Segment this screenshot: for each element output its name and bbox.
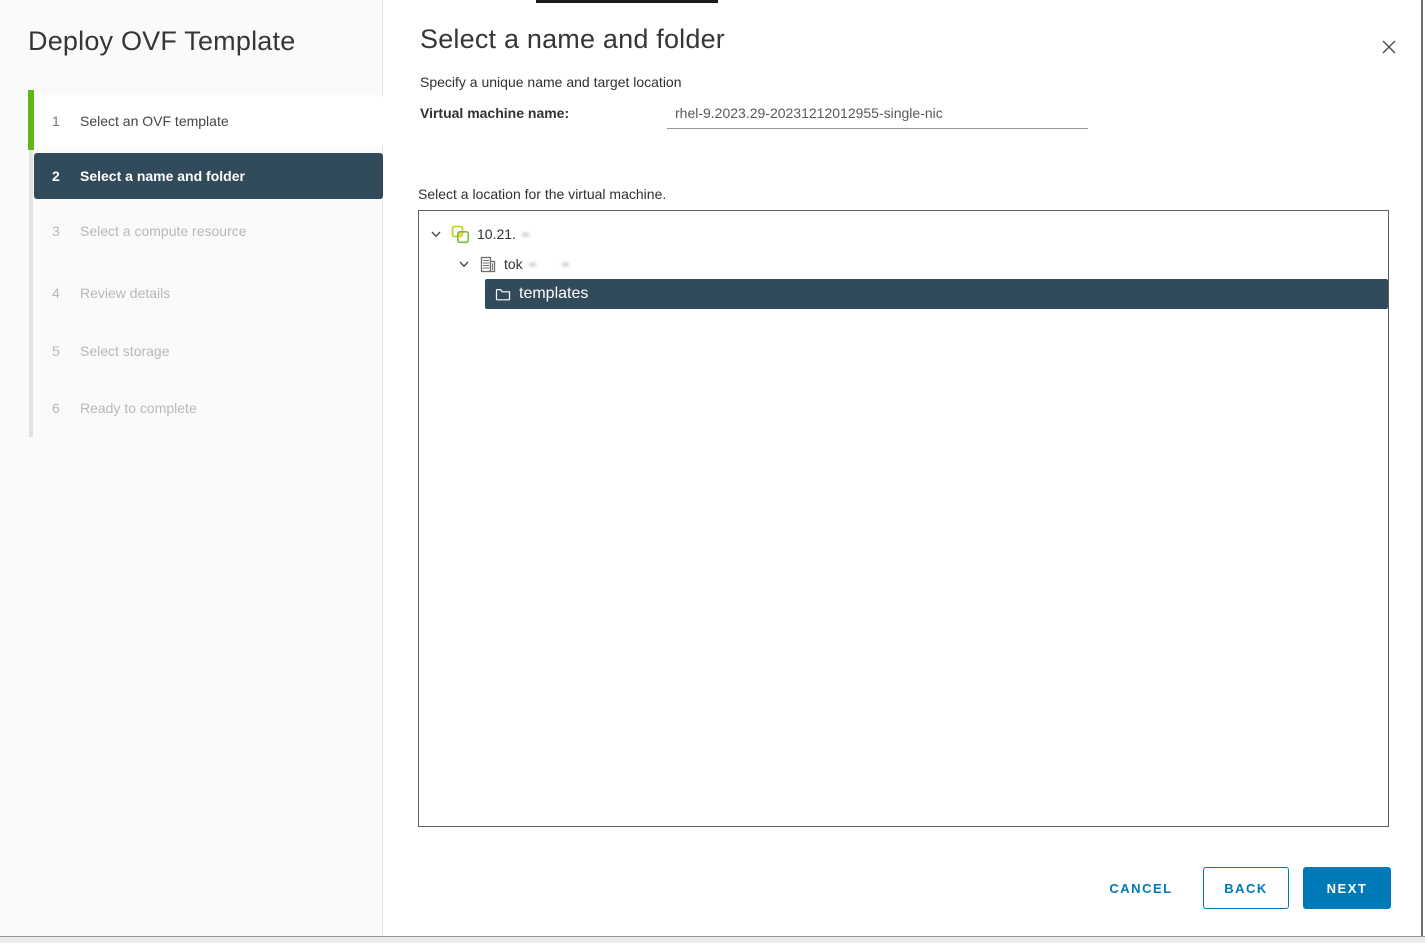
step-number: 1 bbox=[52, 113, 60, 129]
top-page-edge bbox=[536, 0, 718, 3]
step-label: Ready to complete bbox=[80, 400, 197, 416]
back-button[interactable]: BACK bbox=[1203, 867, 1289, 909]
step-number: 3 bbox=[52, 223, 60, 239]
wizard-title: Deploy OVF Template bbox=[28, 26, 296, 56]
step-description: Specify a unique name and target locatio… bbox=[420, 74, 682, 90]
redaction-blur bbox=[521, 232, 529, 236]
step-label: Select a compute resource bbox=[80, 223, 247, 239]
wizard-step-select-ovf-template[interactable]: 1 Select an OVF template bbox=[34, 95, 383, 147]
folder-icon bbox=[495, 287, 511, 301]
wizard-step-select-name-folder[interactable]: 2 Select a name and folder bbox=[34, 153, 383, 199]
chevron-down-icon[interactable] bbox=[457, 257, 471, 271]
cancel-button[interactable]: CANCEL bbox=[1095, 867, 1187, 909]
deploy-ovf-dialog: Deploy OVF Template 1 Select an OVF temp… bbox=[0, 0, 1425, 943]
redaction-blur bbox=[528, 262, 536, 266]
step-number: 6 bbox=[52, 400, 60, 416]
step-label: Review details bbox=[80, 285, 171, 301]
tree-row-datacenter[interactable]: tok bbox=[419, 249, 1388, 279]
tree-row-label: templates bbox=[519, 285, 589, 302]
bottom-page-edge bbox=[0, 936, 1425, 943]
location-tree: 10.21. tok templates bbox=[418, 210, 1389, 827]
datacenter-icon bbox=[479, 255, 497, 274]
vm-name-label: Virtual machine name: bbox=[420, 105, 570, 121]
redaction-blur bbox=[561, 262, 569, 266]
wizard-step-review-details: 4 Review details bbox=[34, 278, 383, 308]
step-label: Select a name and folder bbox=[80, 168, 245, 184]
tree-row-label: 10.21. bbox=[477, 226, 516, 242]
step-number: 4 bbox=[52, 285, 60, 301]
vcenter-icon bbox=[451, 225, 470, 244]
close-icon bbox=[1380, 38, 1398, 56]
vm-name-input[interactable] bbox=[667, 99, 1088, 129]
wizard-sidebar: Deploy OVF Template 1 Select an OVF temp… bbox=[0, 0, 383, 936]
location-label: Select a location for the virtual machin… bbox=[418, 186, 667, 202]
step-number: 5 bbox=[52, 343, 60, 359]
step-number: 2 bbox=[52, 168, 60, 184]
right-page-edge bbox=[1421, 0, 1423, 936]
tree-row-templates-folder[interactable]: templates bbox=[485, 279, 1388, 309]
wizard-step-ready-to-complete: 6 Ready to complete bbox=[34, 393, 383, 423]
close-button[interactable] bbox=[1375, 33, 1403, 61]
wizard-step-select-storage: 5 Select storage bbox=[34, 336, 383, 366]
page-title: Select a name and folder bbox=[420, 24, 725, 54]
next-button[interactable]: NEXT bbox=[1303, 867, 1391, 909]
wizard-step-select-compute-resource: 3 Select a compute resource bbox=[34, 216, 383, 246]
step-label: Select an OVF template bbox=[80, 113, 229, 129]
tree-row-vcenter[interactable]: 10.21. bbox=[419, 219, 1388, 249]
tree-row-label: tok bbox=[504, 256, 523, 272]
step-label: Select storage bbox=[80, 343, 170, 359]
chevron-down-icon[interactable] bbox=[429, 227, 443, 241]
